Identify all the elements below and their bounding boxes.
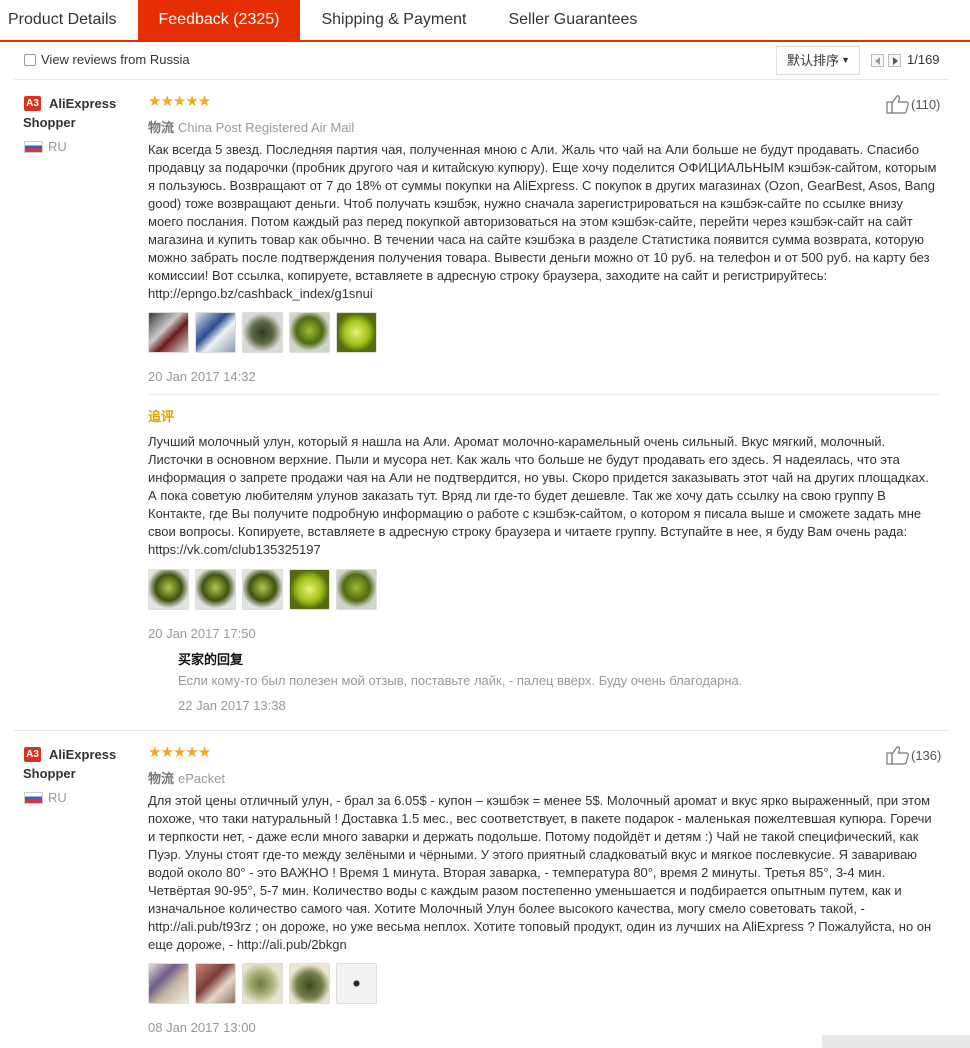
review-text: Для этой цены отличный улун, - брал за 6… — [148, 793, 932, 952]
russia-flag-icon — [24, 141, 43, 153]
feedback-filter-bar: View reviews from Russia 默认排序 ▼ 1/169 — [14, 42, 949, 80]
scrollbar-corner — [822, 1035, 970, 1048]
buyer-reply-date: 22 Jan 2017 13:38 — [178, 698, 286, 713]
review-photo[interactable] — [336, 963, 377, 1004]
buyer-reply-text: Если кому-то был полезен мой отзыв, пост… — [178, 673, 743, 688]
chevron-down-icon: ▼ — [841, 55, 850, 65]
review-photo[interactable] — [148, 569, 189, 610]
like-count: (136) — [911, 748, 942, 763]
additional-photos — [148, 569, 377, 610]
reviewer-country: RU — [48, 790, 67, 805]
review-photo[interactable] — [289, 312, 330, 353]
shipping-key: 物流 — [148, 120, 175, 135]
review-photo[interactable] — [336, 569, 377, 610]
russia-flag-icon — [24, 792, 43, 804]
tab-product-details[interactable]: Product Details — [0, 0, 138, 40]
review-photo[interactable] — [148, 312, 189, 353]
review-photo[interactable] — [242, 312, 283, 353]
review-photo[interactable] — [242, 963, 283, 1004]
page-indicator: 1/169 — [907, 52, 940, 67]
additional-feedback-text: Лучший молочный улун, который я нашла на… — [148, 434, 929, 557]
sort-dropdown[interactable]: 默认排序 ▼ — [776, 46, 860, 75]
review-photo[interactable] — [289, 569, 330, 610]
next-page-button[interactable] — [888, 54, 901, 67]
previous-page-button[interactable] — [871, 54, 884, 67]
review-photo[interactable] — [195, 963, 236, 1004]
review-photo[interactable] — [195, 312, 236, 353]
review-date: 20 Jan 2017 14:32 — [148, 369, 256, 384]
rating-stars: ★★★★★ — [148, 93, 211, 110]
review-photo[interactable] — [195, 569, 236, 610]
rating-stars: ★★★★★ — [148, 744, 211, 761]
reviewer-country: RU — [48, 139, 67, 154]
shipping-value: ePacket — [178, 771, 225, 786]
arrow-left-icon — [875, 57, 880, 65]
review-photo[interactable] — [289, 963, 330, 1004]
shipping-value: China Post Registered Air Mail — [178, 120, 355, 135]
review-text: Как всегда 5 звезд. Последняя партия чая… — [148, 142, 937, 301]
shipping-method: 物流 ePacket — [148, 768, 225, 787]
additional-feedback-date: 20 Jan 2017 17:50 — [148, 626, 256, 641]
divider — [148, 394, 940, 395]
reviewer-name[interactable]: AliExpress Shopper — [23, 94, 133, 132]
tab-seller-guarantees[interactable]: Seller Guarantees — [487, 0, 658, 40]
tab-shipping-payment[interactable]: Shipping & Payment — [300, 0, 487, 40]
view-russia-label[interactable]: View reviews from Russia — [41, 52, 190, 67]
view-russia-checkbox[interactable] — [24, 54, 36, 66]
additional-feedback-label: 追评 — [148, 409, 175, 424]
thumbs-up-icon[interactable] — [886, 94, 910, 114]
review-photos — [148, 963, 377, 1004]
review-date: 08 Jan 2017 13:00 — [148, 1020, 256, 1035]
review-photos — [148, 312, 377, 353]
like-count: (110) — [911, 97, 941, 112]
thumbs-up-icon[interactable] — [886, 745, 910, 765]
reviewer-name[interactable]: AliExpress Shopper — [23, 745, 133, 783]
tab-bar: Product Details Feedback (2325) Shipping… — [0, 0, 970, 42]
review-photo[interactable] — [336, 312, 377, 353]
review-photo[interactable] — [148, 963, 189, 1004]
sort-dropdown-label: 默认排序 — [787, 53, 840, 68]
arrow-right-icon — [893, 57, 898, 65]
review-separator — [14, 730, 949, 731]
shipping-method: 物流 China Post Registered Air Mail — [148, 117, 354, 136]
buyer-reply-title: 买家的回复 — [178, 652, 244, 667]
review-photo[interactable] — [242, 569, 283, 610]
tab-feedback[interactable]: Feedback (2325) — [137, 0, 301, 40]
shipping-key: 物流 — [148, 771, 175, 786]
